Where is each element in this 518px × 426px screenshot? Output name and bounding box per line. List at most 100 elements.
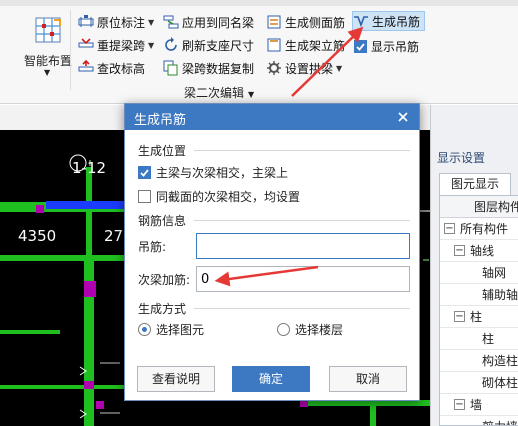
span-data-copy-button[interactable]: 梁跨数据复制 bbox=[163, 58, 254, 78]
option-main-secondary[interactable]: 主梁与次梁相交，主梁上 bbox=[138, 164, 288, 181]
tree-item-label: 柱 bbox=[482, 332, 495, 346]
tree-item-grid[interactable]: 轴网 bbox=[440, 262, 518, 284]
secondary-input[interactable] bbox=[196, 266, 410, 292]
cancel-button[interactable]: 取消 bbox=[329, 366, 407, 392]
chevron-down-icon: ▼ bbox=[148, 17, 155, 27]
ribbon-top-strip bbox=[0, 0, 518, 6]
dimension-right: 27 bbox=[104, 227, 124, 245]
hanger-bar-icon bbox=[354, 16, 368, 28]
tree-item-all[interactable]: − 所有构件 bbox=[440, 218, 518, 240]
copy-icon bbox=[163, 60, 178, 76]
column bbox=[84, 281, 96, 297]
collapse-icon[interactable]: − bbox=[454, 399, 465, 410]
refresh-support-size-label: 刷新支座尺寸 bbox=[182, 38, 255, 53]
axis-label: 1-12 bbox=[72, 159, 107, 177]
re-extract-span-button[interactable]: 重提梁跨 ▼ bbox=[78, 35, 154, 55]
same-section-label: 同截面的次梁相交，均设置 bbox=[156, 190, 301, 204]
tree-item-shear-wall[interactable]: 剪力墙 bbox=[440, 416, 518, 425]
secondary-field-row: 次梁加筋: bbox=[138, 266, 410, 292]
section-method-header: 生成方式 bbox=[138, 300, 410, 317]
smart-layout-button[interactable]: 智能布置 ▼ bbox=[20, 12, 76, 78]
generate-erection-bar-button[interactable]: 生成架立筋 bbox=[266, 35, 345, 55]
refresh-support-size-button[interactable]: 刷新支座尺寸 bbox=[163, 35, 254, 55]
tree-item-column[interactable]: 柱 bbox=[440, 328, 518, 350]
chevron-down-icon: ▼ bbox=[148, 40, 155, 50]
generate-side-rebar-button[interactable]: 生成侧面筋 bbox=[266, 12, 345, 32]
refresh-icon bbox=[165, 37, 177, 51]
in-situ-annotation-button[interactable]: 原位标注 ▼ bbox=[78, 12, 154, 32]
beam-blue bbox=[46, 201, 124, 209]
chevron-down-icon: ▼ bbox=[336, 63, 343, 73]
tree-item-axis[interactable]: − 轴线 bbox=[440, 240, 518, 262]
beam-green bbox=[0, 330, 60, 334]
generate-hanger-bar-button[interactable]: 生成吊筋 bbox=[352, 11, 426, 31]
option-same-section[interactable]: 同截面的次梁相交，均设置 bbox=[138, 188, 300, 205]
ribbon-separator bbox=[70, 10, 71, 90]
radio-select-element[interactable]: 选择图元 bbox=[138, 321, 204, 338]
collapse-icon[interactable]: − bbox=[444, 223, 455, 234]
collapse-icon[interactable]: − bbox=[454, 311, 465, 322]
check-elevation-button[interactable]: 查改标高 bbox=[78, 58, 145, 78]
tree-item-masonry-column[interactable]: 砌体柱 bbox=[440, 372, 518, 394]
check-elevation-icon bbox=[78, 60, 94, 72]
radio-select-floor[interactable]: 选择楼层 bbox=[277, 321, 343, 338]
group-label-text: 梁二次编辑 bbox=[184, 86, 245, 100]
side-rebar-icon bbox=[267, 15, 281, 29]
dialog-title-bar[interactable]: 生成吊筋 bbox=[125, 104, 419, 130]
hanger-field-row: 吊筋: bbox=[138, 233, 410, 259]
tree-item-constructional-column[interactable]: 构造柱 bbox=[440, 350, 518, 372]
panel-header: 显示设置 bbox=[437, 151, 486, 165]
smart-layout-icon bbox=[35, 17, 61, 43]
divider bbox=[194, 308, 410, 309]
check-icon bbox=[356, 42, 365, 51]
select-floor-label: 选择楼层 bbox=[295, 323, 344, 337]
generate-hanger-bar-dialog: 生成吊筋 生成位置 主梁与次梁相交，主梁上 同截面的次梁相交，均设置 钢筋信息 … bbox=[124, 103, 420, 401]
chevron-down-icon: ▼ bbox=[44, 68, 51, 77]
beam-green bbox=[0, 385, 124, 389]
hanger-label: 吊筋: bbox=[138, 239, 167, 254]
tree-column-header: 图层构件 bbox=[440, 196, 518, 218]
apply-same-name-beam-button[interactable]: 应用到同名梁 bbox=[163, 12, 254, 32]
annotation-icon bbox=[78, 15, 94, 27]
beam-green bbox=[84, 255, 94, 426]
re-extract-span-icon bbox=[78, 38, 94, 48]
help-button[interactable]: 查看说明 bbox=[137, 366, 215, 392]
select-element-radio[interactable] bbox=[138, 323, 151, 336]
column bbox=[36, 205, 44, 213]
generate-hanger-bar-label: 生成吊筋 bbox=[372, 14, 421, 29]
set-arch-beam-button[interactable]: 设置拱梁 ▼ bbox=[266, 58, 342, 78]
tree-item-label: 墙 bbox=[470, 398, 483, 412]
ok-button[interactable]: 确定 bbox=[232, 366, 310, 392]
beam-green bbox=[0, 255, 124, 261]
select-floor-radio[interactable] bbox=[277, 323, 290, 336]
tree-item-wall-group[interactable]: − 墙 bbox=[440, 394, 518, 416]
main-secondary-checkbox[interactable] bbox=[138, 166, 151, 179]
column bbox=[84, 381, 94, 389]
section-method-label: 生成方式 bbox=[138, 302, 187, 316]
erection-bar-icon bbox=[267, 38, 281, 52]
show-hanger-bar-checkbox[interactable] bbox=[354, 39, 367, 53]
tree-item-label: 柱 bbox=[470, 310, 483, 324]
beam-secondary-edit-group-label: 梁二次编辑 ▼ bbox=[184, 84, 254, 101]
close-icon[interactable] bbox=[395, 109, 411, 125]
section-rebar-header: 钢筋信息 bbox=[138, 212, 410, 229]
tree-item-aux-axis[interactable]: 辅助轴线 bbox=[440, 284, 518, 306]
section-rebar-label: 钢筋信息 bbox=[138, 214, 187, 228]
tab-element-display[interactable]: 图元显示 bbox=[439, 173, 511, 195]
tree-item-column-group[interactable]: − 柱 bbox=[440, 306, 518, 328]
tree-item-label: 构造柱 bbox=[482, 354, 518, 368]
gear-icon bbox=[267, 61, 281, 75]
dialog-title: 生成吊筋 bbox=[134, 113, 187, 128]
span-data-copy-label: 梁跨数据复制 bbox=[182, 61, 255, 76]
hanger-input[interactable] bbox=[196, 233, 410, 259]
generate-erection-bar-label: 生成架立筋 bbox=[285, 38, 346, 53]
dimension-left: 4350 bbox=[18, 227, 57, 245]
same-section-checkbox[interactable] bbox=[138, 190, 151, 203]
show-hanger-bar-toggle[interactable]: 显示吊筋 bbox=[354, 36, 419, 56]
collapse-icon[interactable]: − bbox=[454, 245, 465, 256]
secondary-label: 次梁加筋: bbox=[138, 272, 191, 287]
beam-green bbox=[86, 167, 92, 255]
divider bbox=[194, 150, 410, 151]
tree-item-label: 所有构件 bbox=[460, 222, 509, 236]
select-element-label: 选择图元 bbox=[156, 323, 205, 337]
